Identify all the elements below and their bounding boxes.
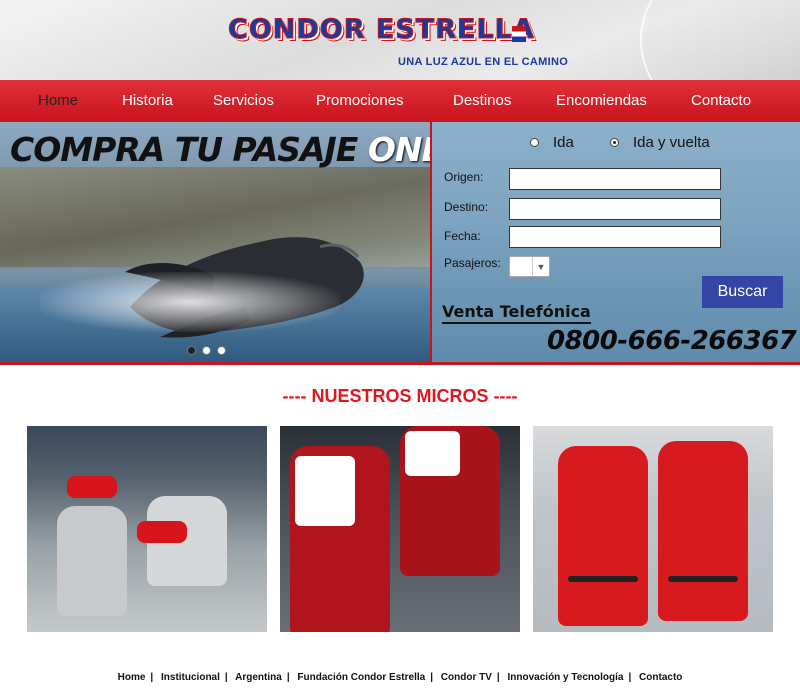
micro-image-1[interactable]: [27, 426, 267, 632]
seatbelt: [568, 576, 638, 582]
search-button[interactable]: Buscar: [702, 276, 783, 308]
passengers-select[interactable]: ▼: [509, 256, 550, 277]
nav-item-servicios[interactable]: Servicios: [213, 92, 274, 109]
headrest-cover: [405, 431, 460, 476]
slider-dots: [187, 346, 226, 355]
nav-item-home[interactable]: Home: [38, 92, 78, 109]
radio-ida[interactable]: [530, 138, 539, 147]
footer-separator: |: [286, 672, 290, 683]
nav-item-promociones[interactable]: Promociones: [316, 92, 404, 109]
passengers-label: Pasajeros:: [444, 256, 501, 270]
footer-separator: |: [496, 672, 500, 683]
footer-links: Home | Institucional | Argentina | Fundació…: [0, 672, 800, 683]
seat-shape: [658, 441, 748, 621]
destination-label: Destino:: [444, 200, 489, 214]
seat-shape: [558, 446, 648, 626]
footer-link-argentina[interactable]: Argentina: [235, 672, 282, 683]
radio-ida-vuelta[interactable]: [610, 138, 619, 147]
slide-splash: [40, 272, 340, 332]
logo-flag-icon: [512, 26, 526, 42]
chevron-down-icon: ▼: [532, 257, 549, 276]
origin-label: Origen:: [444, 170, 484, 184]
ticket-search-panel: Ida Ida y vuelta Origen: Destino: Fecha:…: [430, 122, 800, 362]
micro-image-2[interactable]: [280, 426, 520, 632]
phone-sales-label: Venta Telefónica: [442, 302, 591, 324]
trip-option-ida-label: Ida: [553, 134, 574, 151]
trip-option-ida-vuelta[interactable]: Ida y vuelta: [610, 134, 710, 151]
footer-link-home[interactable]: Home: [118, 672, 146, 683]
promo-slider[interactable]: COMPRA TU PASAJE ONLINE ❯: [0, 122, 430, 362]
nav-item-historia[interactable]: Historia: [122, 92, 173, 109]
footer-separator: |: [628, 672, 632, 683]
hero-section: COMPRA TU PASAJE ONLINE ❯ Ida Ida y vuel…: [0, 122, 800, 365]
nav-item-encomiendas[interactable]: Encomiendas: [556, 92, 647, 109]
footer-link-fundacion[interactable]: Fundación Condor Estrella: [297, 672, 425, 683]
slider-dot-3[interactable]: [217, 346, 226, 355]
header-swoosh: [640, 0, 800, 80]
seatbelt: [668, 576, 738, 582]
seat-shape: [57, 506, 127, 616]
footer-link-contacto[interactable]: Contacto: [639, 672, 682, 683]
origin-input[interactable]: [509, 168, 721, 190]
main-nav: Home Historia Servicios Promociones Dest…: [0, 80, 800, 122]
micro-image-3[interactable]: [533, 426, 773, 632]
footer-link-institucional[interactable]: Institucional: [161, 672, 220, 683]
date-input[interactable]: [509, 226, 721, 248]
headrest-cover: [295, 456, 355, 526]
site-header: CONDOR ESTRELLA UNA LUZ AZUL EN EL CAMIN…: [0, 0, 800, 80]
trip-option-ida-vuelta-label: Ida y vuelta: [633, 134, 710, 151]
slide-headline-online: ONLINE: [367, 130, 430, 169]
micros-heading: ---- NUESTROS MICROS ----: [282, 386, 518, 406]
nav-item-destinos[interactable]: Destinos: [453, 92, 511, 109]
slide-headline-part1: COMPRA TU PASAJE: [10, 130, 358, 169]
nav-item-contacto[interactable]: Contacto: [691, 92, 751, 109]
footer-separator: |: [224, 672, 228, 683]
footer-separator: |: [150, 672, 154, 683]
trip-option-ida[interactable]: Ida: [530, 134, 574, 151]
date-label: Fecha:: [444, 229, 481, 243]
footer-link-innovacion[interactable]: Innovación y Tecnología: [508, 672, 624, 683]
site-tagline: UNA LUZ AZUL EN EL CAMINO: [398, 56, 569, 68]
pillow-shape: [67, 476, 117, 498]
footer-link-condor-tv[interactable]: Condor TV: [441, 672, 492, 683]
slider-dot-2[interactable]: [202, 346, 211, 355]
pillow-shape: [137, 521, 187, 543]
slider-dot-1[interactable]: [187, 346, 196, 355]
phone-number[interactable]: 0800-666-266367: [547, 326, 797, 356]
destination-input[interactable]: [509, 198, 721, 220]
footer-separator: |: [430, 672, 434, 683]
site-logo[interactable]: CONDOR ESTRELLA: [228, 14, 535, 46]
slide-headline: COMPRA TU PASAJE ONLINE ❯: [10, 130, 430, 169]
